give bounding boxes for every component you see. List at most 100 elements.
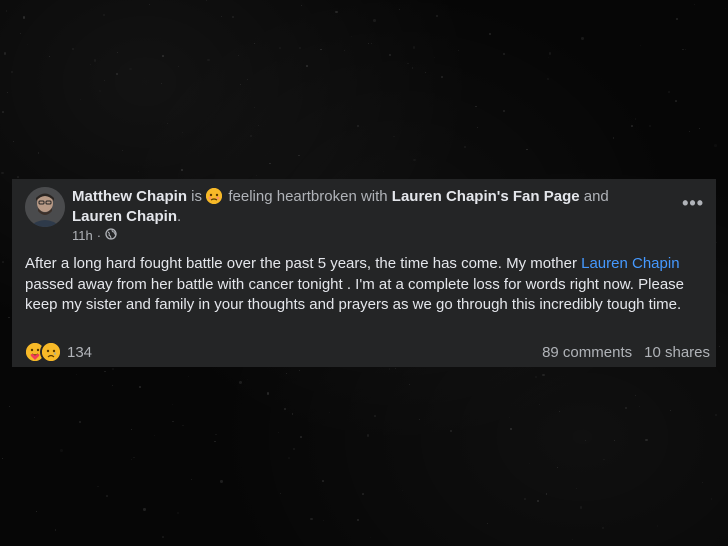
texture-speck: [54, 529, 57, 531]
texture-speck: [413, 158, 416, 162]
texture-speck: [374, 415, 376, 417]
texture-speck: [362, 493, 364, 495]
texture-speck: [36, 510, 38, 512]
texture-speck: [288, 457, 290, 459]
texture-speck: [93, 59, 97, 62]
reaction-count: 134: [67, 343, 93, 361]
header-period: .: [177, 208, 182, 225]
texture-speck: [161, 83, 162, 84]
texture-speck: [278, 431, 279, 433]
texture-speck: [162, 55, 164, 57]
texture-speck: [207, 58, 210, 62]
post-meta: 11h ·: [72, 228, 117, 243]
texture-speck: [602, 526, 604, 529]
texture-speck: [2, 457, 3, 459]
texture-speck: [581, 37, 584, 40]
texture-speck: [393, 135, 395, 138]
texture-speck: [714, 413, 717, 416]
texture-speck: [394, 367, 396, 369]
author-name[interactable]: Matthew Chapin: [72, 188, 187, 205]
texture-speck: [2, 110, 4, 113]
texture-speck: [613, 439, 615, 441]
texture-speck: [129, 68, 132, 71]
texture-speck: [668, 91, 670, 93]
texture-speck: [725, 8, 726, 9]
texture-speck: [17, 176, 20, 178]
texture-speck: [238, 55, 239, 57]
globe-icon: [105, 228, 117, 243]
post-footer: 134 89 comments 10 shares: [24, 341, 710, 363]
texture-speck: [131, 428, 133, 430]
shares-count[interactable]: 10 shares: [644, 344, 710, 361]
texture-speck: [33, 417, 35, 419]
post-header: Matthew Chapin is feeling heartbroken wi…: [72, 187, 672, 227]
texture-speck: [575, 487, 577, 489]
feeling-text: feeling heartbroken with: [228, 188, 388, 205]
texture-speck: [612, 137, 615, 139]
more-options-button[interactable]: •••: [682, 193, 704, 214]
texture-speck: [412, 46, 416, 49]
reactions[interactable]: 134: [24, 341, 92, 363]
meta-separator: ·: [96, 228, 102, 243]
post-time[interactable]: 11h: [72, 228, 93, 243]
post-body-part1: After a long hard fought battle over the…: [25, 255, 582, 272]
texture-speck: [1, 171, 4, 175]
texture-speck: [351, 36, 352, 37]
texture-speck: [322, 519, 324, 521]
texture-speck: [509, 417, 510, 418]
texture-speck: [117, 51, 118, 53]
texture-speck: [688, 130, 690, 132]
texture-speck: [489, 32, 492, 35]
texture-speck: [154, 435, 155, 436]
texture-speck: [306, 65, 308, 67]
texture-speck: [10, 70, 13, 73]
texture-speck: [299, 370, 300, 371]
texture-speck: [254, 106, 256, 108]
texture-speck: [3, 52, 7, 55]
texture-speck: [138, 386, 141, 388]
tagged-page[interactable]: Lauren Chapin's Fan Page: [392, 188, 580, 205]
texture-speck: [373, 19, 376, 22]
texture-speck: [2, 260, 5, 263]
texture-speck: [367, 42, 369, 45]
texture-speck: [9, 406, 10, 407]
texture-speck: [60, 449, 63, 452]
texture-speck: [559, 410, 560, 412]
texture-speck: [176, 511, 179, 515]
texture-speck: [239, 381, 242, 384]
texture-speck: [457, 49, 459, 51]
texture-speck: [266, 392, 270, 395]
texture-speck: [78, 420, 81, 423]
texture-speck: [111, 368, 114, 371]
texture-speck: [188, 376, 189, 377]
texture-speck: [510, 428, 512, 430]
texture-speck: [539, 404, 540, 405]
texture-speck: [503, 109, 506, 112]
texture-speck: [556, 466, 558, 468]
texture-speck: [89, 63, 91, 65]
texture-speck: [138, 171, 139, 172]
sad-reaction-icon: [40, 341, 62, 363]
tagged-person[interactable]: Lauren Chapin: [72, 208, 177, 225]
texture-speck: [548, 57, 549, 58]
texture-speck: [22, 16, 25, 19]
texture-speck: [220, 480, 223, 483]
texture-speck: [329, 412, 330, 413]
post-body-mention-link[interactable]: Lauren Chapin: [581, 255, 679, 272]
avatar[interactable]: [25, 187, 65, 227]
texture-speck: [121, 149, 123, 151]
texture-speck: [162, 535, 164, 538]
texture-speck: [104, 80, 105, 81]
texture-speck: [278, 47, 281, 50]
texture-speck: [181, 169, 183, 171]
texture-speck: [425, 71, 426, 73]
texture-speck: [529, 463, 530, 464]
comments-count[interactable]: 89 comments: [542, 344, 632, 361]
texture-speck: [534, 376, 537, 379]
texture-speck: [80, 99, 81, 100]
texture-speck: [143, 508, 146, 511]
heartbroken-emoji-icon: [206, 188, 223, 204]
texture-speck: [322, 480, 324, 482]
texture-speck: [106, 495, 109, 497]
texture-speck: [542, 373, 545, 376]
